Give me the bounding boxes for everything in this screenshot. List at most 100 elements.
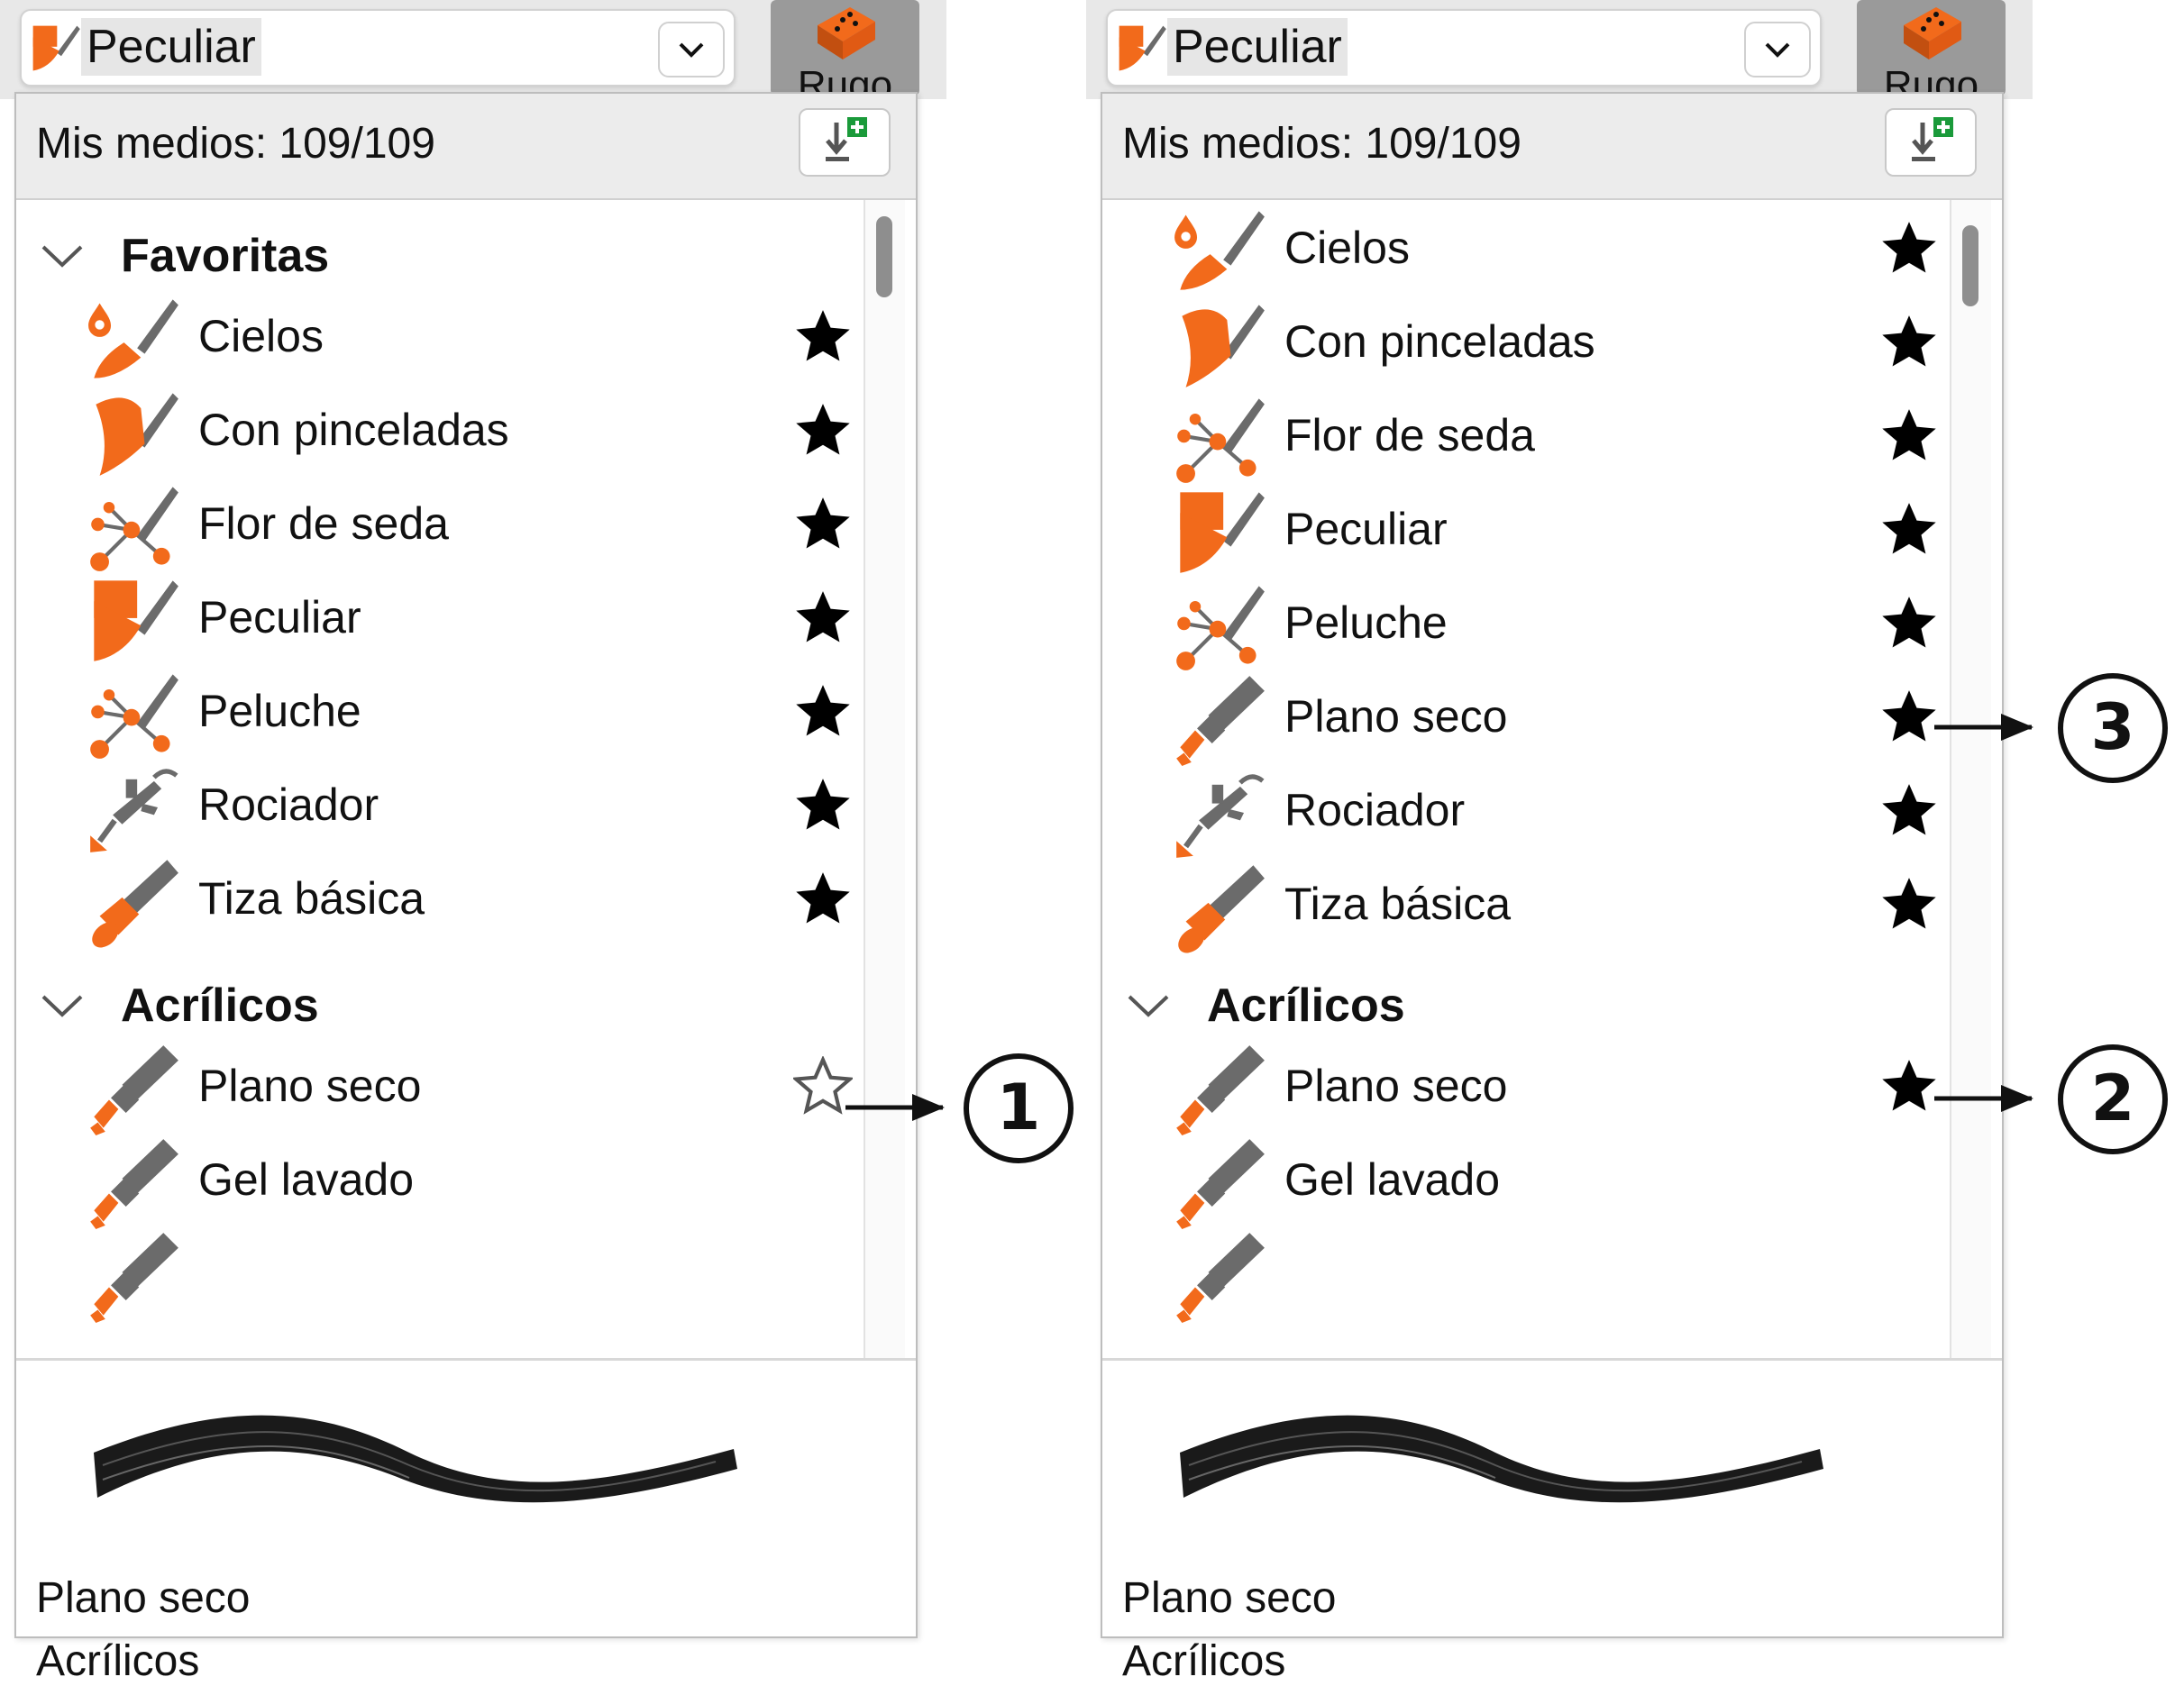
preview-brush-name: Plano seco xyxy=(1122,1574,1337,1622)
brush-item[interactable]: Gel lavado xyxy=(1102,1135,1950,1229)
favorite-star-icon[interactable] xyxy=(1879,218,1939,278)
scrollbar[interactable] xyxy=(864,200,905,1358)
callout-number: 1 xyxy=(996,1071,1041,1144)
brush-category-selector[interactable]: Peculiar xyxy=(20,9,736,87)
brush-item-partial[interactable] xyxy=(1102,1229,1950,1323)
favorite-star-icon[interactable] xyxy=(1879,593,1939,652)
chevron-down-icon xyxy=(41,995,83,1017)
brush-item[interactable]: Plano seco xyxy=(16,1042,864,1135)
preview-brush-name: Plano seco xyxy=(36,1574,251,1622)
group-title: Acrílicos xyxy=(121,980,319,1032)
peculiar-brush-icon xyxy=(1115,18,1167,77)
sky-brush-icon xyxy=(1167,204,1272,297)
brush-item[interactable]: Con pinceladas xyxy=(16,386,864,479)
brush-library-panel: Mis medios: 109/109 Favoritas Cielos Con… xyxy=(14,92,918,1685)
brush-item[interactable]: Peculiar xyxy=(16,573,864,667)
screenshot-before: Peculiar Rugo Mis medios: 109/109 Favori… xyxy=(0,0,946,1685)
favorite-star-icon[interactable] xyxy=(1879,874,1939,934)
brush-item[interactable]: Rociador xyxy=(1102,766,1950,860)
brush-item[interactable]: Peculiar xyxy=(1102,485,1950,579)
favorite-star-icon[interactable] xyxy=(1879,406,1939,465)
brush-name: Peculiar xyxy=(1284,504,1448,554)
brush-item[interactable]: Peluche xyxy=(1102,579,1950,672)
screenshot-after: Peculiar Rugo Mis medios: 109/109 Cielos… xyxy=(1086,0,2033,1685)
brush-name: Plano seco xyxy=(1284,1061,1508,1111)
selector-label: Peculiar xyxy=(1167,18,1348,76)
brush-variant-button[interactable]: Rugo xyxy=(771,0,919,96)
flat-brush-icon xyxy=(1167,1042,1272,1135)
favorite-star-icon[interactable] xyxy=(793,306,853,366)
favorite-star-icon[interactable] xyxy=(793,869,853,928)
group-favorites-header[interactable]: Favoritas xyxy=(16,218,827,290)
scrollbar-thumb[interactable] xyxy=(876,216,892,297)
brush-item[interactable]: Tiza básica xyxy=(1102,860,1950,953)
brush-name: Flor de seda xyxy=(1284,410,1535,460)
favorite-star-icon[interactable] xyxy=(1879,312,1939,371)
import-media-button[interactable] xyxy=(799,108,891,177)
brush-item[interactable]: Rociador xyxy=(16,761,864,854)
flat-brush-icon xyxy=(81,1229,186,1323)
dropdown-button[interactable] xyxy=(658,22,725,77)
brush-list[interactable]: Cielos Con pinceladas Flor de seda Pecul… xyxy=(1102,200,2002,1358)
callout-2: 2 xyxy=(1927,1042,2184,1159)
favorite-star-icon[interactable] xyxy=(793,588,853,647)
brush-item[interactable]: Peluche xyxy=(16,667,864,761)
dropdown-button[interactable] xyxy=(1744,22,1811,77)
airbrush-icon xyxy=(81,761,186,854)
brush-item[interactable]: Gel lavado xyxy=(16,1135,864,1229)
group-acrylics-header[interactable]: Acrílicos xyxy=(1102,968,1914,1040)
favorite-star-icon[interactable] xyxy=(793,494,853,553)
brush-category-selector[interactable]: Peculiar xyxy=(1106,9,1822,87)
brush-name: Gel lavado xyxy=(1284,1154,1501,1205)
media-count: Mis medios: 109/109 xyxy=(1122,120,1521,168)
brush-item[interactable]: Flor de seda xyxy=(1102,391,1950,485)
brush-name: Tiza básica xyxy=(198,873,425,924)
brush-name: Con pinceladas xyxy=(198,405,509,455)
brush-item[interactable]: Cielos xyxy=(16,292,864,386)
favorite-star-icon[interactable] xyxy=(1879,499,1939,559)
stroke-brush-icon xyxy=(81,386,186,479)
brush-item[interactable]: Tiza básica xyxy=(16,854,864,948)
flat-brush-icon xyxy=(1167,1135,1272,1229)
flat-brush-icon xyxy=(1167,1229,1272,1323)
favorite-star-icon[interactable] xyxy=(793,400,853,460)
stroke-preview: Plano seco Acrílicos xyxy=(1102,1361,2002,1685)
callout-1: 1 xyxy=(838,1051,1091,1168)
media-count: Mis medios: 109/109 xyxy=(36,120,435,168)
favorite-star-icon[interactable] xyxy=(793,775,853,834)
brush-item[interactable]: Flor de seda xyxy=(16,479,864,573)
flat-brush-icon xyxy=(81,1135,186,1229)
callout-number: 2 xyxy=(2090,1062,2135,1135)
airbrush-icon xyxy=(1167,766,1272,860)
preview-category: Acrílicos xyxy=(36,1637,200,1685)
brush-item[interactable]: Cielos xyxy=(1102,204,1950,297)
brush-item[interactable]: Con pinceladas xyxy=(1102,297,1950,391)
variant-label: Rugo xyxy=(797,63,893,96)
peculiar-brush-icon xyxy=(29,18,81,77)
favorite-star-icon[interactable] xyxy=(1879,780,1939,840)
favorite-star-icon[interactable] xyxy=(793,681,853,741)
brush-variant-button[interactable]: Rugo xyxy=(1857,0,2006,96)
plush-brush-icon xyxy=(81,667,186,761)
stroke-brush-icon xyxy=(1167,297,1272,391)
brush-name: Rociador xyxy=(1284,785,1466,835)
group-title: Acrílicos xyxy=(1207,980,1405,1032)
preview-category: Acrílicos xyxy=(1122,1637,1286,1685)
stroke-preview: Plano seco Acrílicos xyxy=(16,1361,916,1685)
brush-item[interactable]: Plano seco xyxy=(1102,672,1950,766)
brush-list[interactable]: Favoritas Cielos Con pinceladas Flor de … xyxy=(16,200,916,1358)
import-media-button[interactable] xyxy=(1885,108,1977,177)
brush-item[interactable]: Plano seco xyxy=(1102,1042,1950,1135)
silk-flower-brush-icon xyxy=(81,479,186,573)
panel-header: Mis medios: 109/109 xyxy=(1102,94,2002,200)
brush-name: Cielos xyxy=(1284,223,1410,273)
brush-name: Cielos xyxy=(198,311,324,361)
brush-name: Gel lavado xyxy=(198,1154,415,1205)
group-acrylics-header[interactable]: Acrílicos xyxy=(16,968,827,1040)
import-media-icon xyxy=(826,117,867,161)
brush-item-partial[interactable] xyxy=(16,1229,864,1323)
brush-name: Plano seco xyxy=(198,1061,422,1111)
group-title: Favoritas xyxy=(121,230,330,282)
brush-name: Flor de seda xyxy=(198,498,449,549)
scrollbar-thumb[interactable] xyxy=(1962,225,1978,306)
